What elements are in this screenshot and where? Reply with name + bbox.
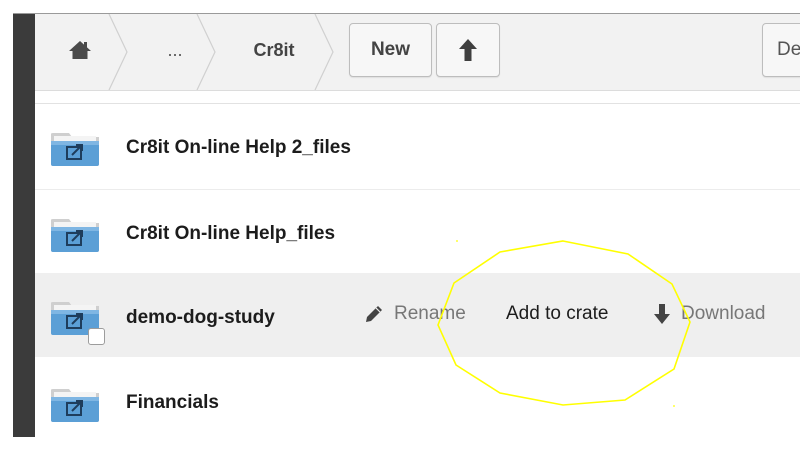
- upload-arrow-icon: [459, 39, 477, 61]
- select-checkbox[interactable]: [88, 328, 105, 345]
- pencil-icon: [366, 306, 382, 322]
- file-row[interactable]: Cr8it On-line Help 2_files: [35, 104, 800, 188]
- file-row-hovered[interactable]: demo-dog-study Rename Add to crate Downl…: [35, 273, 800, 357]
- download-action[interactable]: Download: [653, 303, 766, 325]
- add-to-crate-label: Add to crate: [506, 303, 609, 324]
- shared-folder-icon: [51, 219, 99, 252]
- breadcrumb-ellipsis[interactable]: ...: [150, 24, 200, 76]
- breadcrumb-separator: [196, 14, 216, 90]
- breadcrumb-separator: [314, 14, 334, 90]
- breadcrumb-current[interactable]: Cr8it: [234, 24, 314, 76]
- file-row[interactable]: Cr8it On-line Help_files: [35, 189, 800, 274]
- file-row[interactable]: Financials: [35, 360, 800, 437]
- toolbar-truncated-button[interactable]: De: [762, 23, 800, 77]
- download-arrow-icon: [654, 304, 670, 324]
- download-label: Download: [681, 303, 766, 324]
- add-to-crate-action[interactable]: Add to crate: [506, 303, 608, 325]
- left-sidebar-edge: [13, 14, 35, 437]
- new-button[interactable]: New: [349, 23, 432, 77]
- file-name[interactable]: Financials: [126, 392, 219, 414]
- file-name[interactable]: Cr8it On-line Help_files: [126, 223, 335, 245]
- rename-label: Rename: [394, 303, 466, 324]
- shared-folder-icon: [51, 389, 99, 422]
- breadcrumb-separator: [108, 14, 128, 90]
- file-name[interactable]: demo-dog-study: [126, 307, 275, 329]
- upload-button[interactable]: [436, 23, 500, 77]
- rename-action[interactable]: Rename: [364, 303, 466, 325]
- home-icon: [69, 41, 91, 59]
- shared-folder-icon: [51, 133, 99, 166]
- file-name[interactable]: Cr8it On-line Help 2_files: [126, 137, 351, 159]
- breadcrumb-home[interactable]: [44, 24, 116, 76]
